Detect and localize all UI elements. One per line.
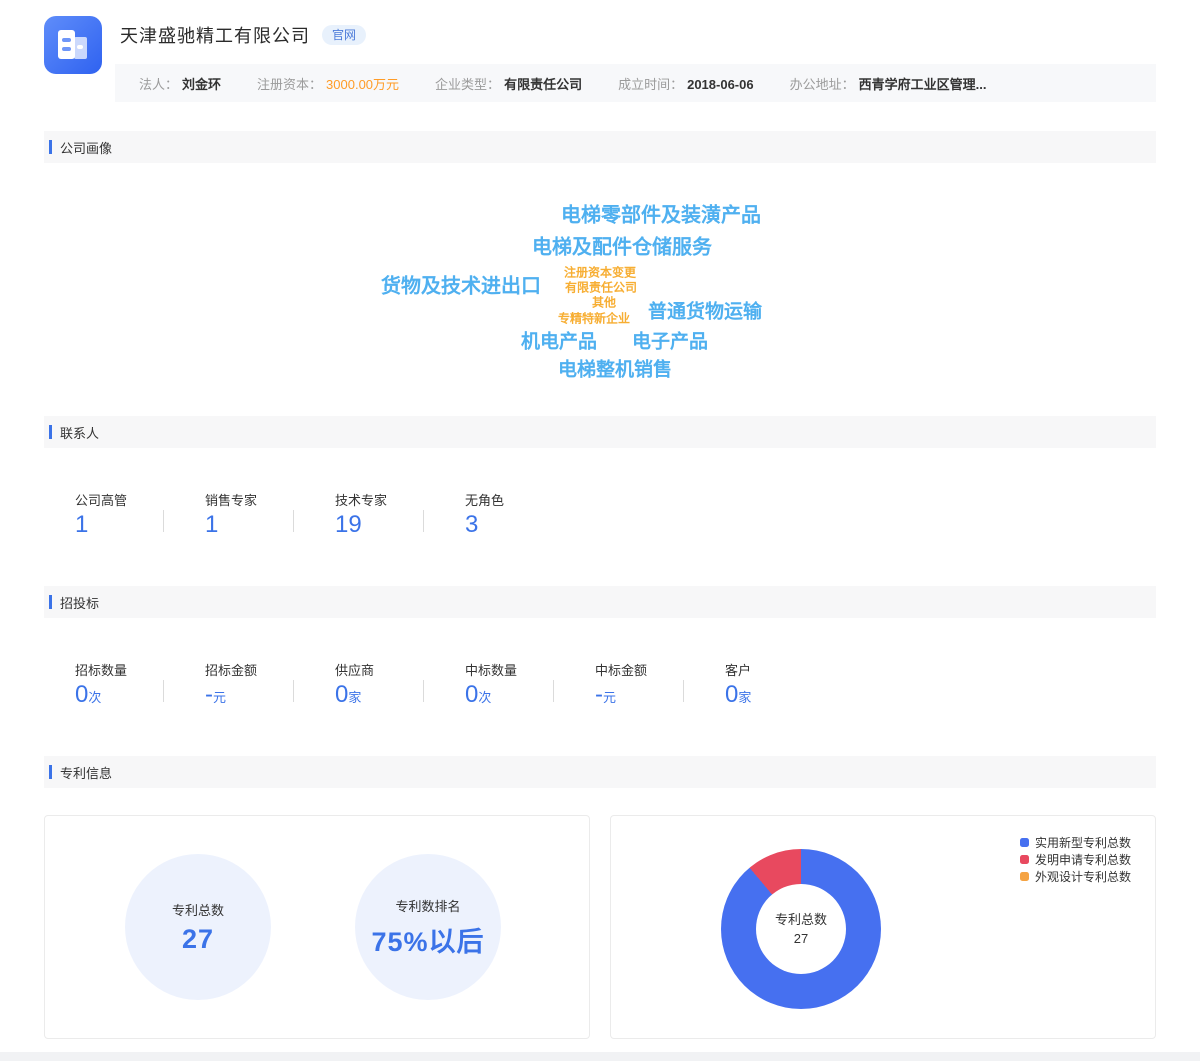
section-title: 公司画像 — [60, 140, 113, 156]
building-small-icon — [74, 37, 87, 59]
legend-swatch-red — [1019, 855, 1029, 864]
section-accent-bar — [49, 765, 52, 779]
building-icon — [58, 30, 75, 59]
section-accent-bar — [49, 595, 52, 609]
info-legal-person: 法人： 刘金环 — [139, 76, 222, 92]
company-header: 天津盛驰精工有限公司 官网 法人： 刘金环 注册资本： 3000.00万元 企业类型… — [44, 16, 1156, 106]
patent-rank-circle: 专利数排名 75%以后 — [355, 854, 501, 1000]
section-header-contacts: 联系人 — [44, 416, 1156, 448]
info-company-type: 企业类型： 有限责任公司 — [435, 76, 583, 92]
word-cloud-tag[interactable]: 电子产品 — [632, 327, 708, 354]
patent-chart-card: 专利总数 27 实用新型专利总数 发明申请专利总数 外观设计专利总数 — [610, 815, 1156, 1039]
stat-no-role: 无角色 3 — [465, 493, 505, 538]
section-accent-bar — [49, 140, 52, 154]
company-info-bar: 法人： 刘金环 注册资本： 3000.00万元 企业类型： 有限责任公司 成立时间： 2… — [115, 64, 1156, 102]
donut-center-label: 专利总数 27 — [756, 884, 846, 974]
official-site-badge[interactable]: 官网 — [322, 25, 367, 45]
word-cloud-tag[interactable]: 其他 — [592, 294, 616, 311]
patent-cards: 专利总数 27 专利数排名 75%以后 专利总数 27 实用新型专利总数 发明申… — [44, 815, 1156, 1039]
stat-tender-count: 招标数量 0次 — [75, 660, 205, 708]
legend-item-utility[interactable]: 实用新型专利总数 — [1019, 834, 1131, 851]
company-word-cloud: 电梯零部件及装潢产品 电梯及配件仓储服务 货物及技术进出口 注册资本变更 有限责… — [44, 163, 1156, 416]
word-cloud-tag[interactable]: 电梯整机销售 — [558, 355, 672, 382]
contacts-stats-row: 公司高管 1 销售专家 1 技术专家 19 无角色 3 — [75, 490, 595, 538]
stat-win-amount: 中标金额 -元 — [595, 660, 725, 708]
word-cloud-tag[interactable]: 机电产品 — [521, 327, 597, 354]
section-header-bidding: 招投标 — [44, 586, 1156, 618]
section-title: 专利信息 — [60, 765, 113, 781]
info-registered-capital: 注册资本： 3000.00万元 — [257, 76, 400, 92]
stat-tech-experts: 技术专家 19 — [335, 490, 465, 538]
info-founded-date: 成立时间： 2018-06-06 — [618, 76, 754, 92]
bidding-stats-row: 招标数量 0次 招标金额 -元 供应商 0家 中标数量 0次 中标金额 -元 客… — [75, 660, 855, 708]
stat-suppliers: 供应商 0家 — [335, 660, 465, 708]
section-title: 联系人 — [60, 425, 100, 441]
word-cloud-tag[interactable]: 电梯零部件及装潢产品 — [561, 199, 761, 228]
legend-item-design[interactable]: 外观设计专利总数 — [1019, 868, 1131, 885]
info-office-address: 办公地址： 西青学府工业区管理... — [789, 76, 987, 92]
company-name: 天津盛驰精工有限公司 — [120, 26, 310, 46]
company-logo-icon — [44, 16, 102, 74]
chart-legend: 实用新型专利总数 发明申请专利总数 外观设计专利总数 — [1019, 834, 1131, 885]
legend-item-invention[interactable]: 发明申请专利总数 — [1019, 851, 1131, 868]
word-cloud-tag[interactable]: 普通货物运输 — [648, 297, 762, 324]
legend-swatch-blue — [1019, 838, 1029, 847]
page-bottom-strip — [0, 1052, 1200, 1061]
section-accent-bar — [49, 425, 52, 439]
stat-tender-amount: 招标金额 -元 — [205, 660, 335, 708]
company-profile-page: 天津盛驰精工有限公司 官网 法人： 刘金环 注册资本： 3000.00万元 企业类型… — [0, 0, 1200, 1061]
patent-donut[interactable]: 专利总数 27 — [721, 849, 881, 1009]
stat-win-count: 中标数量 0次 — [465, 660, 595, 708]
title-row: 天津盛驰精工有限公司 官网 — [120, 22, 367, 48]
section-header-portrait: 公司画像 — [44, 131, 1156, 163]
patent-summary-card: 专利总数 27 专利数排名 75%以后 — [44, 815, 590, 1039]
section-title: 招投标 — [60, 595, 100, 611]
stat-sales-experts: 销售专家 1 — [205, 490, 335, 538]
patent-total-circle: 专利总数 27 — [125, 854, 271, 1000]
section-header-patents: 专利信息 — [44, 756, 1156, 788]
word-cloud-tag[interactable]: 电梯及配件仓储服务 — [532, 231, 712, 260]
legend-swatch-orange — [1019, 872, 1029, 881]
word-cloud-tag[interactable]: 专精特新企业 — [558, 310, 630, 327]
word-cloud-tag[interactable]: 货物及技术进出口 — [381, 270, 541, 299]
stat-customers: 客户 0家 — [725, 663, 752, 708]
stat-executives: 公司高管 1 — [75, 490, 205, 538]
